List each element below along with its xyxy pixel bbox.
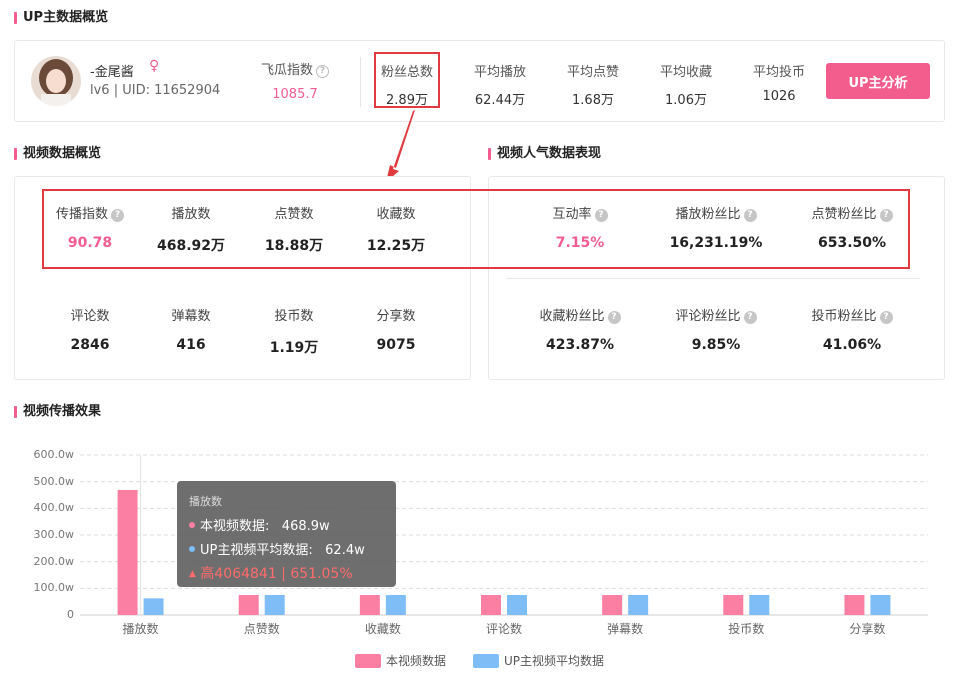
legend-swatch xyxy=(473,654,499,668)
bar[interactable] xyxy=(507,595,527,615)
stat-value: 1.06万 xyxy=(665,93,707,108)
tooltip-diff: ▲ 高4064841 | 651.05% xyxy=(189,566,353,582)
metric-value: 416 xyxy=(176,337,206,353)
video-overview-title: 视频数据概览 xyxy=(14,146,101,162)
metric-coin-fan-ratio: 投币粉丝比? 41.06% xyxy=(792,305,912,353)
up-meta: lv6 | UID: 11652904 xyxy=(90,83,221,98)
up-name[interactable]: -金尾酱 xyxy=(90,61,134,80)
tooltip-row: 本视频数据: 468.9w xyxy=(189,515,384,534)
stat-avg-like: 平均点赞 1.68万 xyxy=(558,61,628,108)
metric-fav-fan-ratio: 收藏粉丝比? 423.87% xyxy=(520,305,640,353)
stat-label: 平均播放 xyxy=(473,65,526,80)
metric-label: 弹幕数 xyxy=(171,309,211,324)
tooltip-row: UP主视频平均数据: 62.4w xyxy=(189,539,384,558)
chart-tooltip: 播放数 本视频数据: 468.9w UP主视频平均数据: 62.4w ▲ 高40… xyxy=(177,481,396,587)
stat-value: 1.68万 xyxy=(572,93,614,108)
highlight-box-fans xyxy=(374,52,440,108)
stat-value: 1026 xyxy=(762,89,796,104)
stat-label: 平均点赞 xyxy=(566,65,619,80)
bar[interactable] xyxy=(481,595,501,615)
tooltip-label: 本视频数据: xyxy=(200,519,270,534)
stat-avg-play: 平均播放 62.44万 xyxy=(465,61,535,108)
metric-label: 分享数 xyxy=(376,309,416,324)
tooltip-value: 468.9w xyxy=(281,519,330,534)
divider xyxy=(506,278,920,279)
divider xyxy=(360,57,361,107)
help-icon[interactable]: ? xyxy=(607,311,621,324)
highlight-box-metrics xyxy=(42,189,910,269)
feigua-value: 1085.7 xyxy=(272,87,318,102)
metric-value: 41.06% xyxy=(822,337,882,353)
up-overview-title: UP主数据概览 xyxy=(14,10,108,26)
stat-value: 62.44万 xyxy=(474,93,526,108)
bar[interactable] xyxy=(749,595,770,615)
stat-label: 平均收藏 xyxy=(659,65,712,80)
tooltip-value: 62.4w xyxy=(325,543,365,558)
bar-chart xyxy=(80,454,928,616)
metric-label: 收藏粉丝比 xyxy=(539,309,605,324)
bar[interactable] xyxy=(238,595,259,615)
spread-title: 视频传播效果 xyxy=(14,404,101,420)
stat-label: 平均投币 xyxy=(752,65,805,80)
legend-label: UP主视频平均数据 xyxy=(504,654,605,668)
bar[interactable] xyxy=(385,595,406,615)
legend-item-average[interactable]: UP主视频平均数据 xyxy=(473,652,604,669)
tooltip-title: 播放数 xyxy=(189,495,222,508)
legend-swatch xyxy=(355,654,381,668)
metric-value: 9075 xyxy=(376,337,416,353)
bar[interactable] xyxy=(143,598,164,615)
metric-comment-fan-ratio: 评论粉丝比? 9.85% xyxy=(656,305,776,353)
help-icon[interactable]: ? xyxy=(743,311,757,324)
metric-label: 评论粉丝比 xyxy=(675,309,741,324)
stat-avg-coin: 平均投币 1026 xyxy=(744,61,814,104)
bar[interactable] xyxy=(870,595,891,615)
tooltip-diff-text: 高4064841 | 651.05% xyxy=(200,566,353,582)
up-avatar[interactable] xyxy=(31,56,81,106)
help-icon[interactable]: ? xyxy=(316,65,329,78)
bar[interactable] xyxy=(359,595,380,615)
tooltip-label: UP主视频平均数据: xyxy=(200,543,313,558)
metric-danmaku: 弹幕数 416 xyxy=(131,305,251,353)
female-icon: ♀ xyxy=(149,58,160,74)
bar[interactable] xyxy=(844,595,865,615)
metric-shares: 分享数 9075 xyxy=(336,305,456,353)
bar[interactable] xyxy=(723,595,744,615)
up-info-card: -金尾酱 ♀ lv6 | UID: 11652904 飞瓜指数? 1085.7 … xyxy=(14,40,945,122)
metric-label: 投币粉丝比 xyxy=(811,309,877,324)
bar[interactable] xyxy=(602,595,623,615)
bar[interactable] xyxy=(117,489,138,615)
metric-value: 9.85% xyxy=(691,337,741,353)
metric-value: 423.87% xyxy=(545,337,615,353)
feigua-label: 飞瓜指数 xyxy=(260,63,313,78)
legend-label: 本视频数据 xyxy=(386,654,447,668)
help-icon[interactable]: ? xyxy=(879,311,893,324)
up-analysis-button[interactable]: UP主分析 xyxy=(826,63,930,99)
stat-avg-fav: 平均收藏 1.06万 xyxy=(651,61,721,108)
popularity-title: 视频人气数据表现 xyxy=(488,146,601,162)
legend-item-current[interactable]: 本视频数据 xyxy=(355,652,446,669)
feigua-index: 飞瓜指数? 1085.7 xyxy=(245,59,345,102)
bar[interactable] xyxy=(628,595,649,615)
bar[interactable] xyxy=(264,595,285,615)
